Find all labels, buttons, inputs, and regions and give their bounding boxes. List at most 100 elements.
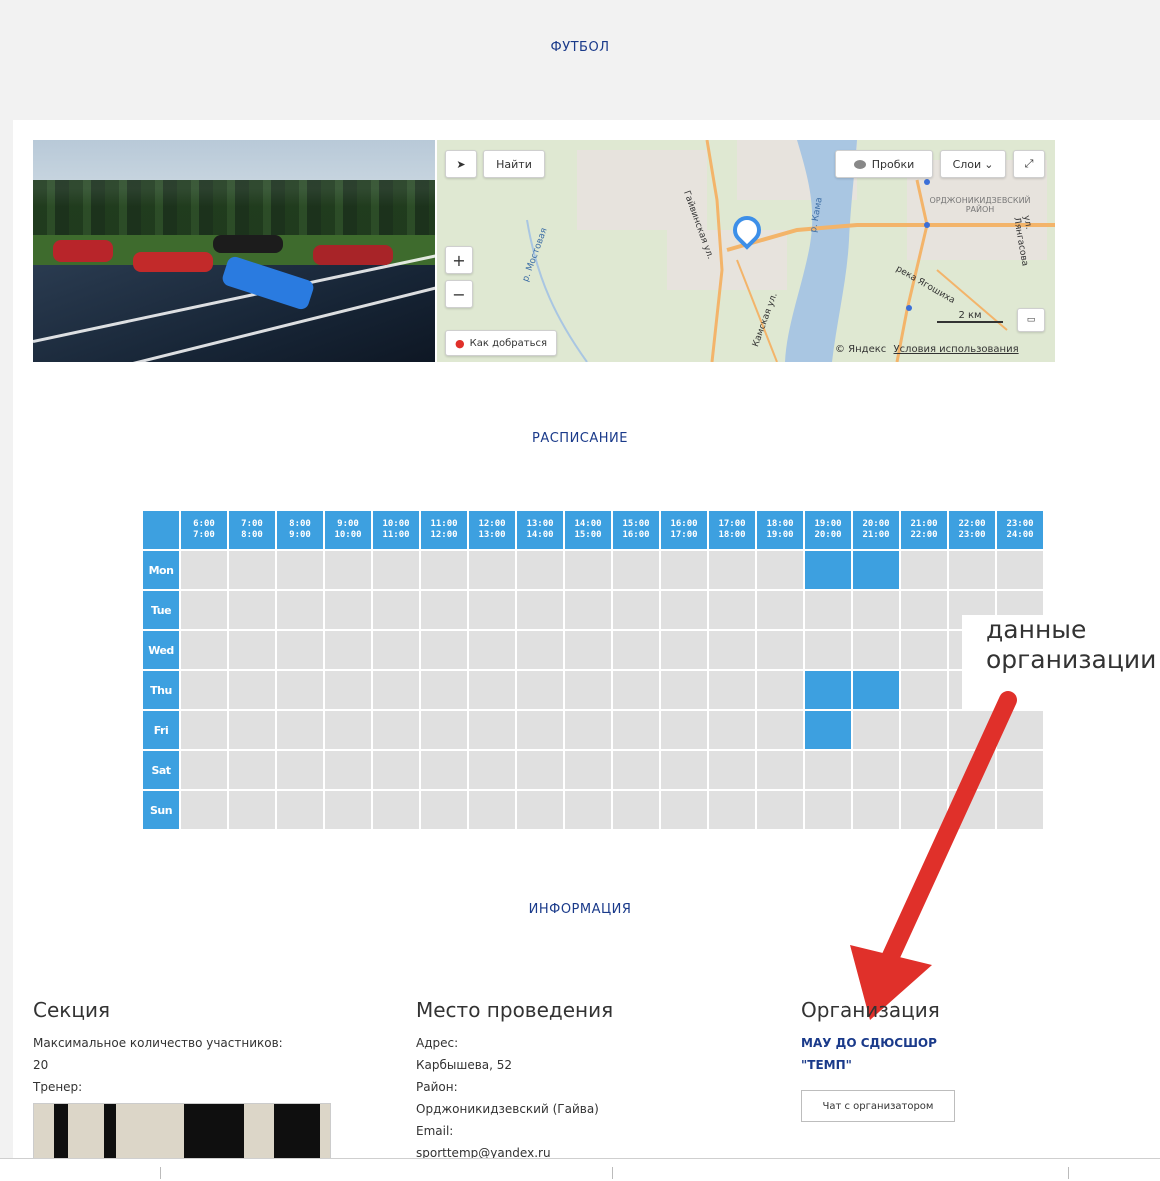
schedule-cell xyxy=(709,751,755,789)
schedule-cell xyxy=(277,631,323,669)
schedule-cell xyxy=(229,551,275,589)
map-copyright: © Яндекс Условия использования xyxy=(835,344,1019,355)
schedule-cell xyxy=(757,551,803,589)
schedule-cell xyxy=(853,591,899,629)
schedule-cell xyxy=(853,751,899,789)
schedule-cell xyxy=(325,591,371,629)
time-slot-header: 11:00 12:00 xyxy=(421,511,467,549)
schedule-cell xyxy=(757,711,803,749)
schedule-cell xyxy=(949,551,995,589)
schedule-cell xyxy=(325,711,371,749)
schedule-cell xyxy=(709,631,755,669)
schedule-cell xyxy=(469,591,515,629)
schedule-cell xyxy=(901,591,947,629)
schedule-cell xyxy=(565,591,611,629)
schedule-cell xyxy=(517,791,563,829)
day-label: Fri xyxy=(143,711,179,749)
info-title: ИНФОРМАЦИЯ xyxy=(528,902,632,917)
annotation-note: данные организации xyxy=(962,615,1160,710)
schedule-cell xyxy=(469,551,515,589)
schedule-cell xyxy=(181,751,227,789)
schedule-cell xyxy=(901,751,947,789)
map-search-button[interactable]: Найти xyxy=(483,150,545,178)
schedule-cell xyxy=(709,671,755,709)
schedule-cell xyxy=(421,751,467,789)
photo-athlete xyxy=(213,235,283,253)
schedule-cell xyxy=(277,591,323,629)
schedule-cell xyxy=(613,631,659,669)
chat-with-organizer-button[interactable]: Чат с организатором xyxy=(801,1090,955,1122)
schedule-cell xyxy=(901,631,947,669)
chevron-down-icon: ⌄ xyxy=(984,157,994,171)
map-widget[interactable]: ➤ Найти Пробки Слои ⌄ ⤢ + − ● Как добрат… xyxy=(437,140,1055,362)
schedule-cell xyxy=(661,631,707,669)
schedule-cell xyxy=(757,791,803,829)
schedule-cell xyxy=(229,631,275,669)
time-slot-header: 22:00 23:00 xyxy=(949,511,995,549)
route-button[interactable]: ● Как добраться xyxy=(445,330,557,356)
day-label: Sun xyxy=(143,791,179,829)
zoom-in-button[interactable]: + xyxy=(445,246,473,274)
traffic-button[interactable]: Пробки xyxy=(835,150,933,178)
schedule-cell xyxy=(469,711,515,749)
schedule-cell xyxy=(709,791,755,829)
schedule-cell xyxy=(997,551,1043,589)
schedule-cell xyxy=(469,791,515,829)
day-label: Mon xyxy=(143,551,179,589)
schedule-table: 6:00 7:00 7:00 8:00 8:00 9:00 9:00 10:00 10:00 11… xyxy=(141,509,1045,831)
annotation-line: данные xyxy=(986,615,1087,644)
schedule-cell-active xyxy=(805,711,851,749)
schedule-cell xyxy=(421,791,467,829)
organization-name-link[interactable]: МАУ ДО СДЮСШОР xyxy=(801,1032,937,1054)
organization-name-link[interactable]: "ТЕМП" xyxy=(801,1054,852,1076)
ruler-button[interactable]: ▭ xyxy=(1017,308,1045,332)
terms-link[interactable]: Условия использования xyxy=(893,344,1018,355)
schedule-cell xyxy=(325,791,371,829)
schedule-cell xyxy=(229,751,275,789)
schedule-row: Wed xyxy=(143,631,1043,669)
schedule-cell xyxy=(949,751,995,789)
schedule-cell xyxy=(277,791,323,829)
photo-trees xyxy=(33,180,435,240)
schedule-cell xyxy=(373,631,419,669)
schedule-cell xyxy=(853,791,899,829)
schedule-cell xyxy=(853,711,899,749)
ruler-icon: ▭ xyxy=(1026,315,1036,325)
schedule-cell xyxy=(901,711,947,749)
schedule-cell xyxy=(613,591,659,629)
day-label: Thu xyxy=(143,671,179,709)
time-slot-header: 12:00 13:00 xyxy=(469,511,515,549)
layers-button[interactable]: Слои ⌄ xyxy=(940,150,1006,178)
schedule-cell xyxy=(661,711,707,749)
schedule-cell-active xyxy=(805,671,851,709)
schedule-cell xyxy=(373,551,419,589)
schedule-cell xyxy=(565,631,611,669)
schedule-cell xyxy=(373,751,419,789)
schedule-cell xyxy=(277,551,323,589)
photo-athlete xyxy=(313,245,393,265)
schedule-cell xyxy=(565,711,611,749)
schedule-cell xyxy=(373,591,419,629)
left-strip xyxy=(0,120,13,1160)
schedule-cell xyxy=(997,791,1043,829)
address-value: Карбышева, 52 xyxy=(416,1058,513,1072)
schedule-cell xyxy=(325,631,371,669)
page-title: ФУТБОЛ xyxy=(550,40,610,55)
schedule-row: Sun xyxy=(143,791,1043,829)
zoom-out-button[interactable]: − xyxy=(445,280,473,308)
time-slot-header: 16:00 17:00 xyxy=(661,511,707,549)
schedule-cell xyxy=(229,711,275,749)
schedule-cell xyxy=(277,671,323,709)
location-pin-icon: ● xyxy=(455,336,465,350)
fullscreen-button[interactable]: ⤢ xyxy=(1013,150,1045,178)
schedule-cell xyxy=(709,711,755,749)
geolocation-button[interactable]: ➤ xyxy=(445,150,477,178)
schedule-cell xyxy=(517,631,563,669)
schedule-cell xyxy=(421,551,467,589)
day-label: Tue xyxy=(143,591,179,629)
schedule-cell xyxy=(229,671,275,709)
schedule-cell xyxy=(853,631,899,669)
schedule-cell xyxy=(277,711,323,749)
schedule-cell xyxy=(805,631,851,669)
schedule-row: Mon xyxy=(143,551,1043,589)
